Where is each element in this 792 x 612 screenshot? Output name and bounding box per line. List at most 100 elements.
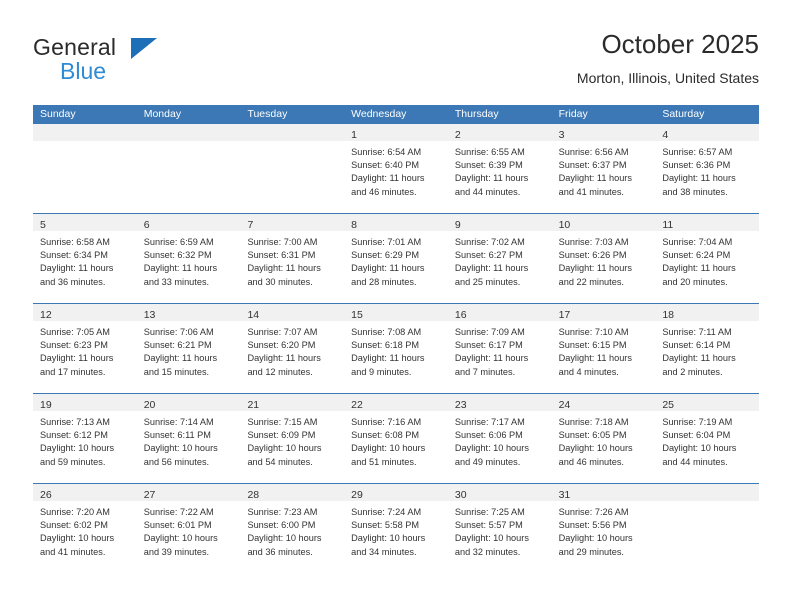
day-cell-body: Sunrise: 7:05 AM Sunset: 6:23 PM Daylight:… [33, 321, 137, 379]
day-cell-body: Sunrise: 7:23 AM Sunset: 6:00 PM Daylight:… [240, 501, 344, 559]
day-cell[interactable]: 26 Sunrise: 7:20 AM Sunset: 6:02 PM Dayligh… [33, 484, 137, 573]
daylight-text: Daylight: 10 hours and 29 minutes. [558, 533, 633, 557]
day-cell[interactable]: 29 Sunrise: 7:24 AM Sunset: 5:58 PM Dayligh… [344, 484, 448, 573]
sunset-text: Sunset: 6:11 PM [143, 430, 211, 441]
day-number: 22 [351, 399, 363, 411]
day-number-band: 12 [33, 304, 137, 321]
day-cell[interactable]: 10 Sunrise: 7:03 AM Sunset: 6:26 PM Dayligh… [551, 214, 656, 303]
daylight-text: Daylight: 11 hours and 22 minutes. [558, 263, 632, 287]
day-number-band: 25 [655, 394, 760, 411]
day-cell[interactable]: 5 Sunrise: 6:58 AM Sunset: 6:34 PM Daylight… [33, 214, 137, 303]
day-cell[interactable]: 6 Sunrise: 6:59 AM Sunset: 6:32 PM Daylight… [136, 214, 241, 303]
day-cell[interactable]: 9 Sunrise: 7:02 AM Sunset: 6:27 PM Daylight… [447, 214, 552, 303]
day-number-band: 2 [447, 124, 552, 141]
sunset-text: Sunset: 6:15 PM [558, 340, 627, 351]
calendar-week-row: 12 Sunrise: 7:05 AM Sunset: 6:23 PM Dayligh… [33, 303, 760, 393]
day-cell[interactable]: 2 Sunrise: 6:55 AM Sunset: 6:39 PM Daylight… [447, 124, 552, 213]
day-cell[interactable]: 20 Sunrise: 7:14 AM Sunset: 6:11 PM Dayligh… [136, 394, 241, 483]
day-cell[interactable]: 3 Sunrise: 6:56 AM Sunset: 6:37 PM Daylight… [551, 124, 656, 213]
day-cell-body: Sunrise: 6:59 AM Sunset: 6:32 PM Daylight:… [137, 231, 241, 289]
day-number: 25 [662, 399, 674, 411]
day-number-band: 17 [551, 304, 656, 321]
day-cell[interactable]: 28 Sunrise: 7:23 AM Sunset: 6:00 PM Dayligh… [240, 484, 345, 573]
sunrise-text: Sunrise: 7:05 AM [40, 327, 110, 337]
day-cell[interactable]: 24 Sunrise: 7:18 AM Sunset: 6:05 PM Dayligh… [551, 394, 656, 483]
day-cell[interactable]: 16 Sunrise: 7:09 AM Sunset: 6:17 PM Dayligh… [447, 304, 552, 393]
day-cell[interactable]: 7 Sunrise: 7:00 AM Sunset: 6:31 PM Daylight… [240, 214, 345, 303]
day-cell[interactable]: 15 Sunrise: 7:08 AM Sunset: 6:18 PM Dayligh… [344, 304, 448, 393]
day-number: 17 [558, 309, 571, 321]
day-number: 31 [558, 489, 571, 501]
sunset-text: Sunset: 6:40 PM [351, 160, 420, 171]
day-number-band: 7 [240, 214, 345, 231]
day-cell[interactable]: 13 Sunrise: 7:06 AM Sunset: 6:21 PM Dayligh… [136, 304, 241, 393]
daylight-text: Daylight: 11 hours and 33 minutes. [143, 263, 218, 287]
logo-triangle-icon [131, 38, 157, 59]
day-cell-body: Sunrise: 7:06 AM Sunset: 6:21 PM Daylight:… [137, 321, 241, 379]
day-number-band: 26 [33, 484, 137, 501]
sunrise-text: Sunrise: 6:58 AM [40, 237, 110, 247]
day-number: 14 [247, 309, 260, 321]
daylight-text: Daylight: 11 hours and 38 minutes. [662, 173, 736, 197]
calendar-week-row: 26 Sunrise: 7:20 AM Sunset: 6:02 PM Dayligh… [33, 483, 760, 573]
sunrise-text: Sunrise: 7:16 AM [351, 417, 422, 427]
day-cell[interactable]: 31 Sunrise: 7:26 AM Sunset: 5:56 PM Dayligh… [551, 484, 656, 573]
day-cell[interactable]: 30 Sunrise: 7:25 AM Sunset: 5:57 PM Dayligh… [447, 484, 552, 573]
day-cell[interactable]: 12 Sunrise: 7:05 AM Sunset: 6:23 PM Dayligh… [33, 304, 137, 393]
day-cell[interactable]: 27 Sunrise: 7:22 AM Sunset: 6:01 PM Dayligh… [136, 484, 241, 573]
day-cell[interactable]: 4 Sunrise: 6:57 AM Sunset: 6:36 PM Daylight… [655, 124, 760, 213]
day-cell-body: Sunrise: 6:57 AM Sunset: 6:36 PM Daylight:… [655, 141, 759, 199]
sunset-text: Sunset: 5:57 PM [454, 520, 523, 531]
day-cell[interactable]: 25 Sunrise: 7:19 AM Sunset: 6:04 PM Dayligh… [655, 394, 760, 483]
day-cell-body: Sunrise: 7:25 AM Sunset: 5:57 PM Daylight:… [448, 501, 552, 559]
day-cell-body: Sunrise: 7:01 AM Sunset: 6:29 PM Daylight:… [344, 231, 448, 289]
sunset-text: Sunset: 6:05 PM [558, 430, 627, 441]
sunrise-text: Sunrise: 7:07 AM [247, 327, 318, 337]
day-cell-body: Sunrise: 7:00 AM Sunset: 6:31 PM Daylight:… [240, 231, 344, 289]
day-cell-empty [33, 124, 137, 213]
daylight-text: Daylight: 11 hours and 36 minutes. [40, 263, 114, 287]
day-number: 6 [143, 219, 150, 231]
daylight-text: Daylight: 10 hours and 56 minutes. [143, 443, 218, 467]
day-cell[interactable]: 11 Sunrise: 7:04 AM Sunset: 6:24 PM Dayligh… [655, 214, 760, 303]
calendar-week-row: 5 Sunrise: 6:58 AM Sunset: 6:34 PM Daylight… [33, 213, 760, 303]
day-cell[interactable]: 8 Sunrise: 7:01 AM Sunset: 6:29 PM Daylight… [344, 214, 448, 303]
day-number: 11 [662, 219, 674, 231]
day-cell-body: Sunrise: 7:04 AM Sunset: 6:24 PM Daylight:… [655, 231, 759, 289]
weekday-header-monday: Monday [143, 108, 182, 120]
day-cell[interactable]: 1 Sunrise: 6:54 AM Sunset: 6:40 PM Daylight… [344, 124, 448, 213]
generalblue-logo[interactable]: General Blue [33, 34, 253, 90]
day-cell-body: Sunrise: 7:18 AM Sunset: 6:05 PM Daylight:… [552, 411, 656, 469]
day-number-band: 20 [136, 394, 241, 411]
daylight-text: Daylight: 11 hours and 15 minutes. [143, 353, 218, 377]
day-cell[interactable]: 14 Sunrise: 7:07 AM Sunset: 6:20 PM Dayligh… [240, 304, 345, 393]
day-cell-body: Sunrise: 7:08 AM Sunset: 6:18 PM Daylight:… [344, 321, 448, 379]
day-cell-empty [136, 124, 241, 213]
daylight-text: Daylight: 11 hours and 41 minutes. [558, 173, 632, 197]
day-cell[interactable]: 23 Sunrise: 7:17 AM Sunset: 6:06 PM Dayligh… [447, 394, 552, 483]
logo-text-blue: Blue [60, 58, 107, 84]
sunset-text: Sunset: 6:09 PM [247, 430, 316, 441]
day-number-band [136, 124, 241, 141]
sunset-text: Sunset: 6:29 PM [351, 250, 420, 261]
daylight-text: Daylight: 11 hours and 9 minutes. [351, 353, 425, 377]
day-cell-body: Sunrise: 6:56 AM Sunset: 6:37 PM Daylight:… [552, 141, 656, 199]
day-number: 3 [558, 129, 565, 141]
day-cell[interactable]: 18 Sunrise: 7:11 AM Sunset: 6:14 PM Dayligh… [655, 304, 760, 393]
sunset-text: Sunset: 6:00 PM [247, 520, 316, 531]
day-number-band: 30 [447, 484, 552, 501]
day-cell-body: Sunrise: 7:15 AM Sunset: 6:09 PM Daylight:… [240, 411, 344, 469]
day-cell[interactable]: 22 Sunrise: 7:16 AM Sunset: 6:08 PM Dayligh… [344, 394, 448, 483]
weekday-header-thursday: Thursday [454, 108, 499, 120]
day-cell[interactable]: 21 Sunrise: 7:15 AM Sunset: 6:09 PM Dayligh… [240, 394, 345, 483]
day-cell[interactable]: 17 Sunrise: 7:10 AM Sunset: 6:15 PM Dayligh… [551, 304, 656, 393]
daylight-text: Daylight: 11 hours and 46 minutes. [351, 173, 425, 197]
day-cell-body: Sunrise: 7:19 AM Sunset: 6:04 PM Daylight:… [655, 411, 759, 469]
sunrise-text: Sunrise: 7:22 AM [143, 507, 214, 517]
day-number: 21 [247, 399, 260, 411]
day-cell[interactable]: 19 Sunrise: 7:13 AM Sunset: 6:12 PM Dayligh… [33, 394, 137, 483]
daylight-text: Daylight: 10 hours and 32 minutes. [454, 533, 529, 557]
day-number-band [33, 124, 137, 141]
day-number: 5 [40, 219, 46, 231]
sunset-text: Sunset: 6:32 PM [143, 250, 212, 261]
